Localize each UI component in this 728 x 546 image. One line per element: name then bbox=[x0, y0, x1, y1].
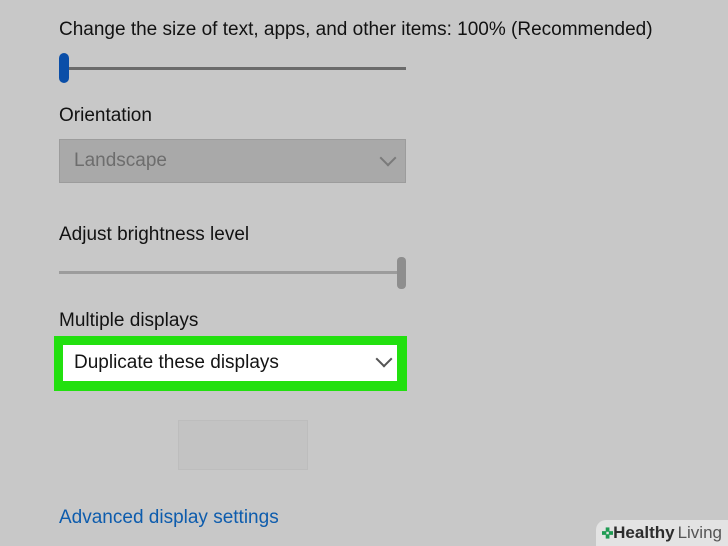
apply-button[interactable] bbox=[178, 420, 308, 470]
brightness-label: Adjust brightness level bbox=[59, 224, 250, 245]
brightness-slider[interactable] bbox=[59, 257, 406, 289]
highlight-frame: Duplicate these displays bbox=[54, 336, 407, 391]
watermark: Healthy Living bbox=[596, 520, 728, 546]
orientation-label: Orientation bbox=[59, 105, 152, 126]
watermark-second: Living bbox=[677, 523, 722, 542]
multiple-displays-selected-value: Duplicate these displays bbox=[74, 352, 279, 373]
scale-label: Change the size of text, apps, and other… bbox=[59, 19, 653, 40]
brightness-slider-track bbox=[59, 271, 406, 274]
scale-slider-thumb[interactable] bbox=[59, 53, 69, 83]
scale-slider[interactable] bbox=[59, 53, 406, 83]
plus-cross-icon bbox=[602, 527, 614, 539]
multiple-displays-dropdown[interactable]: Duplicate these displays bbox=[63, 345, 397, 381]
advanced-display-settings-link[interactable]: Advanced display settings bbox=[59, 506, 279, 530]
brightness-slider-thumb[interactable] bbox=[397, 257, 406, 289]
watermark-brand: Healthy bbox=[613, 523, 675, 542]
chevron-down-icon bbox=[379, 149, 397, 167]
multiple-displays-label: Multiple displays bbox=[59, 310, 199, 331]
orientation-selected-value: Landscape bbox=[74, 150, 167, 171]
orientation-dropdown[interactable]: Landscape bbox=[59, 139, 406, 183]
chevron-down-icon bbox=[375, 350, 393, 368]
scale-slider-track bbox=[59, 67, 406, 70]
